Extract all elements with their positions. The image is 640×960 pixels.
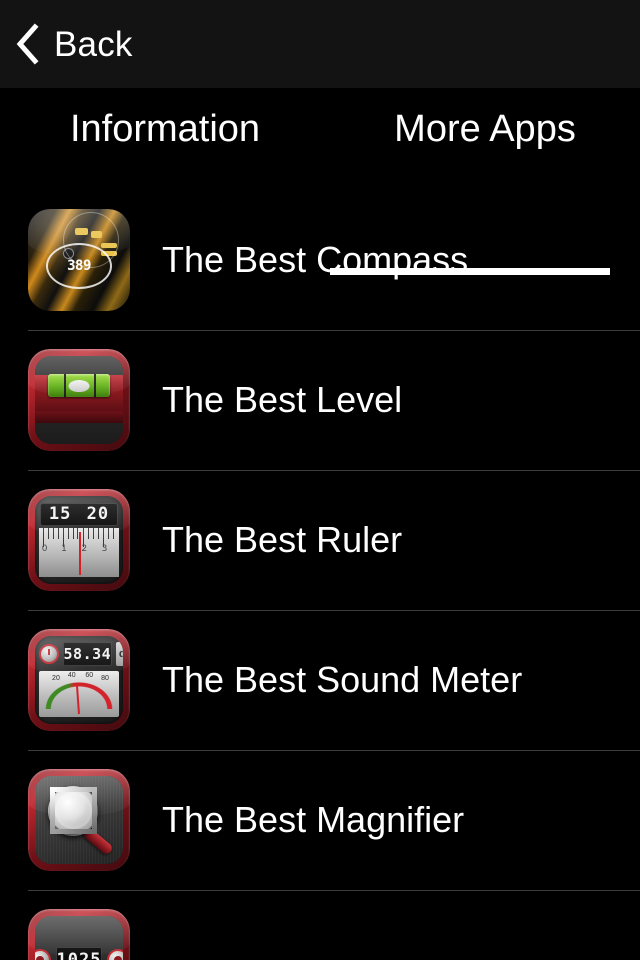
list-item[interactable]: 389 The Best Compass [0,190,640,330]
tab-more-apps-label: More Apps [394,108,576,150]
magnifier-app-icon [28,769,130,871]
gauge-label: 40 [67,672,76,680]
sound-meter-value: 58.34 [63,645,112,664]
tab-more-apps[interactable]: More Apps [330,88,640,190]
app-name: The Best Ruler [162,519,403,561]
back-button[interactable]: Back [0,22,133,66]
gauge-label: 80 [101,674,109,682]
tab-information[interactable]: Information [0,88,330,190]
counter-right-knob-icon [107,949,123,960]
ruler-tick-label: 0 [41,544,48,555]
back-button-label: Back [54,24,133,64]
list-item[interactable]: 15 20 0 1 2 3 The Best Ruler [0,470,640,610]
compass-heading-value: 389 [67,258,91,275]
app-name: The Best Sound Meter [162,659,523,701]
gauge-label: 20 [52,674,60,682]
list-item[interactable]: 58.34 dB 20 40 60 80 [0,610,640,750]
compass-app-icon: 389 [28,209,130,311]
level-app-icon [28,349,130,451]
ruler-tick-label: 2 [81,544,88,555]
ruler-app-icon: 15 20 0 1 2 3 [28,489,130,591]
counter-left-knob-icon [35,949,51,960]
app-name: The Best Compass [162,239,469,281]
sound-meter-knob-icon [38,644,59,665]
tab-information-label: Information [69,108,261,150]
sound-meter-unit: dB [116,642,123,667]
ruler-right-display: 20 [86,504,110,525]
app-name: The Best Level [162,379,403,421]
tab-bar: Information More Apps [0,88,640,275]
sound-meter-app-icon: 58.34 dB 20 40 60 80 [28,629,130,731]
more-apps-list[interactable]: 389 The Best Compass The Best Level 15 2… [0,190,640,960]
ruler-tick-label: 3 [101,544,108,555]
counter-value: 1025 [56,950,102,960]
list-item[interactable]: 1025 [0,890,640,960]
app-name: The Best Magnifier [162,799,465,841]
app-root: Back Information More Apps 389 The Best … [0,0,640,960]
chevron-left-icon [14,22,40,66]
counter-app-icon: 1025 [28,909,130,960]
list-item[interactable]: The Best Level [0,330,640,470]
list-item[interactable]: The Best Magnifier [0,750,640,890]
ruler-left-display: 15 [48,504,72,525]
ruler-tick-label: 1 [61,544,67,555]
navigation-bar: Back [0,0,640,88]
gauge-label: 60 [85,672,94,680]
